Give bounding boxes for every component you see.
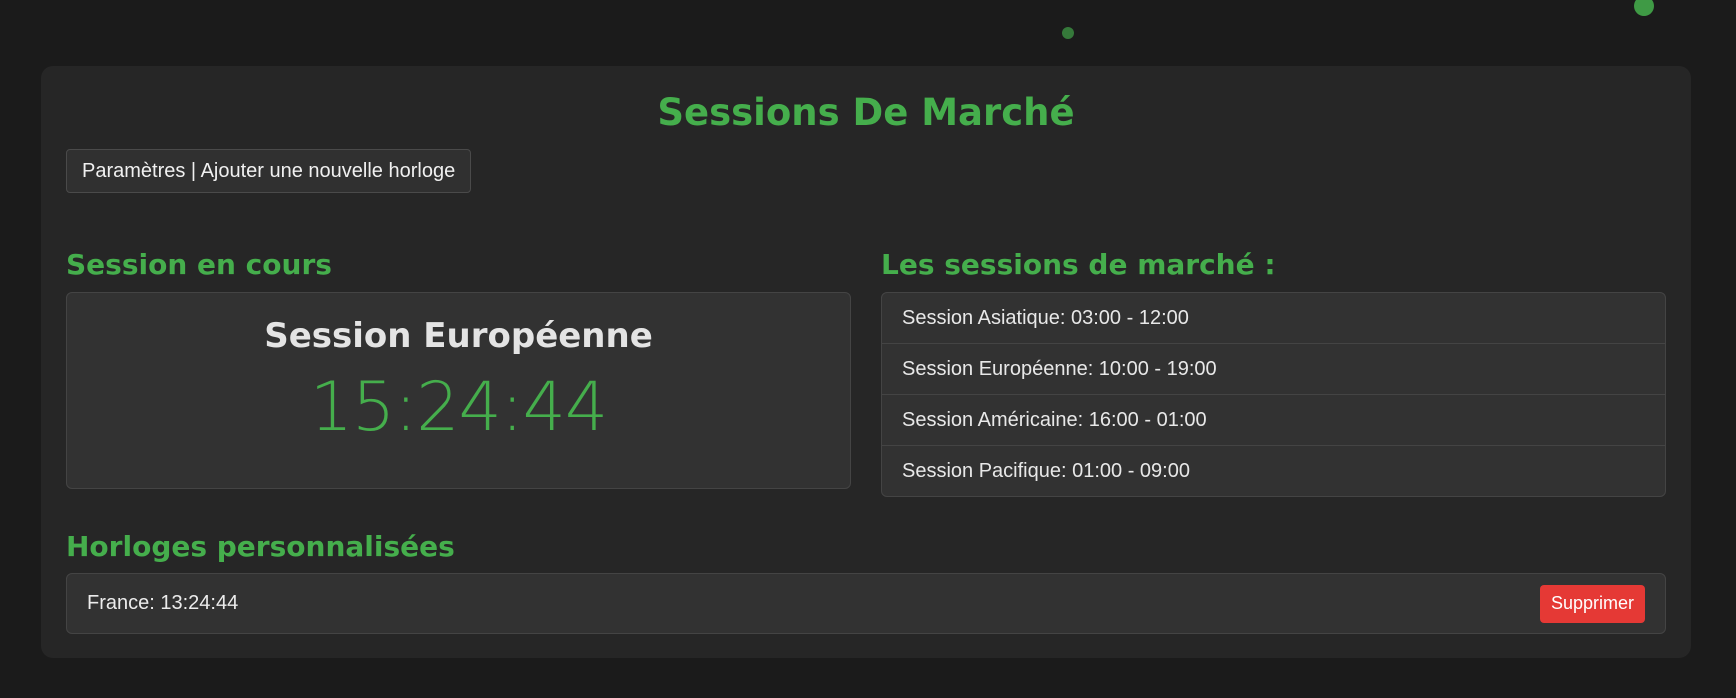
market-sessions-heading: Les sessions de marché :: [881, 248, 1276, 281]
custom-clock-row: France: 13:24:44 Supprimer: [66, 573, 1666, 634]
current-session-name: Session Européenne: [264, 316, 653, 356]
decorative-dot: [1634, 0, 1654, 16]
custom-clock-label: France: 13:24:44: [87, 592, 239, 614]
current-session-clock: 15:24:44: [309, 368, 608, 447]
delete-clock-button[interactable]: Supprimer: [1539, 584, 1645, 623]
list-item: Session Européenne: 10:00 - 19:00: [882, 344, 1665, 395]
list-item: Session Asiatique: 03:00 - 12:00: [882, 293, 1665, 344]
settings-add-clock-button[interactable]: Paramètres | Ajouter une nouvelle horlog…: [66, 149, 472, 193]
current-session-panel: Session Européenne 15:24:44: [66, 292, 851, 489]
list-item: Session Pacifique: 01:00 - 09:00: [902, 460, 1190, 482]
current-session-heading: Session en cours: [66, 248, 332, 281]
page-title: Sessions De Marché: [657, 91, 1075, 134]
decorative-dot: [1062, 27, 1074, 39]
list-item: Session Américaine: 16:00 - 01:00: [882, 395, 1665, 446]
main-card: Sessions De Marché Paramètres | Ajouter …: [41, 66, 1691, 658]
market-sessions-list: Session Asiatique: 03:00 - 12:00 Session…: [881, 292, 1666, 497]
custom-clocks-heading: Horloges personnalisées: [66, 530, 455, 563]
